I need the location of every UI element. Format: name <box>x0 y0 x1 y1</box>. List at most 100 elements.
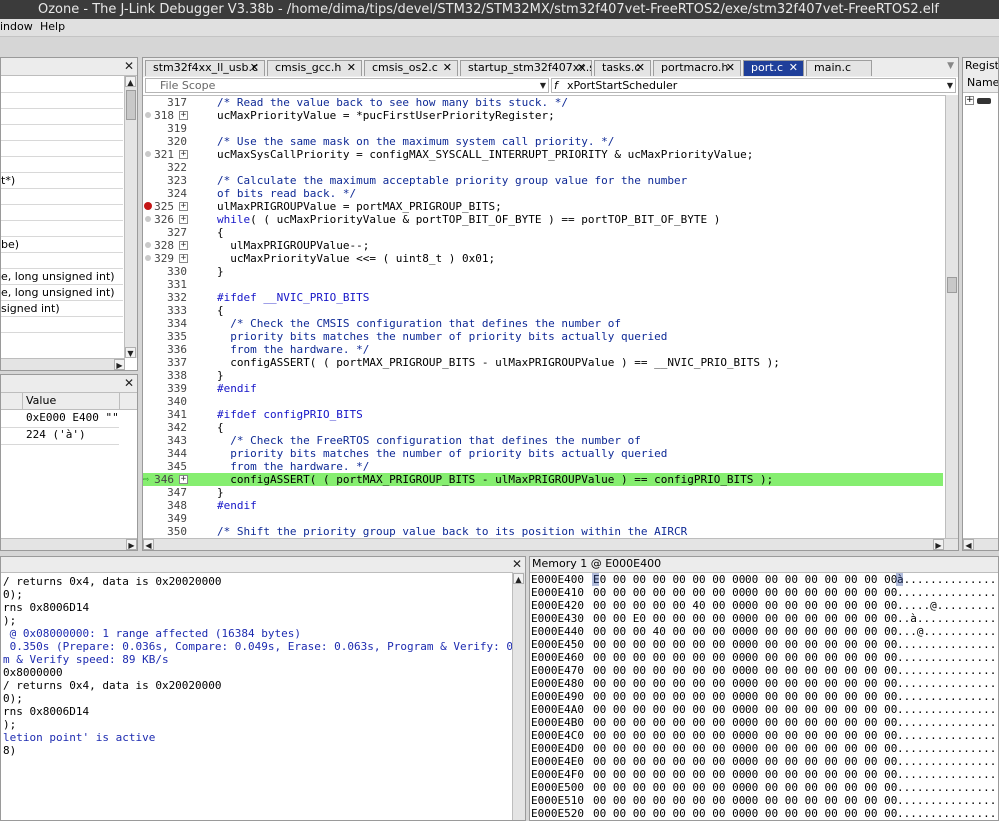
close-icon[interactable]: ✕ <box>636 61 645 75</box>
code-line[interactable]: 350 /* Shift the priority group value bac… <box>143 525 943 538</box>
left-top-hscroll[interactable]: ▶ <box>1 358 125 370</box>
tab-portmacro[interactable]: portmacro.h ✕ <box>653 60 741 76</box>
code-line[interactable]: 337 configASSERT( ( portMAX_PRIGROUP_BIT… <box>143 356 943 369</box>
value-column-header[interactable]: Value <box>26 394 56 407</box>
code-line[interactable]: 322 <box>143 161 943 174</box>
memory-row[interactable]: E000E430 00 00 E0 00 00 00 00 00 00 00 00 … <box>531 612 999 625</box>
console-vscroll[interactable]: ▲ <box>512 572 525 820</box>
close-icon[interactable]: ✕ <box>726 61 735 75</box>
code-line[interactable]: 343 /* Check the FreeRTOS configuration … <box>143 434 943 447</box>
list-item[interactable] <box>1 93 123 109</box>
scroll-thumb[interactable] <box>126 90 136 120</box>
code-line[interactable]: 333 { <box>143 304 943 317</box>
expand-disassembly-icon[interactable]: + <box>179 475 188 484</box>
tab-port-c[interactable]: port.c ✕ <box>743 60 804 76</box>
memory-row[interactable]: E000E4F0 00 00 00 00 00 00 00 00 00 00 00 … <box>531 768 999 781</box>
code-line[interactable]: 345 from the hardware. */ <box>143 460 943 473</box>
table-row[interactable]: 0xE000 E400 "" <box>1 410 119 428</box>
expand-disassembly-icon[interactable]: + <box>179 150 188 159</box>
memory-row[interactable]: E000E4E0 00 00 00 00 00 00 00 00 00 00 00 … <box>531 755 999 768</box>
scroll-right-arrow-icon[interactable]: ▶ <box>114 359 125 370</box>
close-icon[interactable]: ✕ <box>577 61 586 75</box>
list-item[interactable]: signed int) <box>1 301 123 317</box>
current-code-line[interactable]: ⇨ 346 + configASSERT( ( portMAX_PRIGROUP_B… <box>143 473 943 486</box>
close-icon[interactable]: ✕ <box>789 61 798 75</box>
scroll-right-arrow-icon[interactable]: ▶ <box>126 539 137 550</box>
code-line[interactable]: 341 #ifdef configPRIO_BITS <box>143 408 943 421</box>
tab-stm32f4xx-ll-usb[interactable]: stm32f4xx_ll_usb.c ✕ <box>145 60 265 76</box>
scroll-up-arrow-icon[interactable]: ▲ <box>513 573 524 584</box>
memory-row[interactable]: E000E500 00 00 00 00 00 00 00 00 00 00 00 … <box>531 781 999 794</box>
memory-row[interactable]: E000E510 00 00 00 00 00 00 00 00 00 00 00 … <box>531 794 999 807</box>
memory-row[interactable]: E000E440 00 00 00 40 00 00 00 00 00 00 00 … <box>531 625 999 638</box>
code-line[interactable]: 349 <box>143 512 943 525</box>
code-line[interactable]: 329 + ucMaxPriorityValue <<= ( uint8_t ) … <box>143 252 943 265</box>
code-line[interactable]: 328 + ulMaxPRIGROUPValue--; <box>143 239 943 252</box>
list-item[interactable]: e, long unsigned int) <box>1 269 123 285</box>
code-line[interactable]: 335 priority bits matches the number of … <box>143 330 943 343</box>
memory-row[interactable]: E000E4C0 00 00 00 00 00 00 00 00 00 00 00 … <box>531 729 999 742</box>
memory-row[interactable]: E000E490 00 00 00 00 00 00 00 00 00 00 00 … <box>531 690 999 703</box>
list-item[interactable] <box>1 189 123 205</box>
left-bottom-hscroll[interactable]: ▶ <box>1 538 137 550</box>
tab-cmsis-os2[interactable]: cmsis_os2.c ✕ <box>364 60 458 76</box>
code-line[interactable]: 324 of bits read back. */ <box>143 187 943 200</box>
memory-row[interactable]: E000E400 E0 00 00 00 00 00 00 00 00 00 00 … <box>531 573 999 586</box>
code-line[interactable]: 338} <box>143 369 943 382</box>
scroll-up-arrow-icon[interactable]: ▲ <box>125 76 136 87</box>
list-item[interactable] <box>1 157 123 173</box>
memory-row[interactable]: E000E470 00 00 00 00 00 00 00 00 00 00 00 … <box>531 664 999 677</box>
memory-row[interactable]: E000E4B0 00 00 00 00 00 00 00 00 00 00 00 … <box>531 716 999 729</box>
expand-disassembly-icon[interactable]: + <box>179 241 188 250</box>
code-line[interactable]: 342 { <box>143 421 943 434</box>
expand-icon[interactable]: + <box>965 96 974 105</box>
code-line[interactable]: 339 #endif <box>143 382 943 395</box>
memory-row[interactable]: E000E480 00 00 00 00 00 00 00 00 00 00 00 … <box>531 677 999 690</box>
editor-vscroll[interactable] <box>945 95 958 538</box>
list-item[interactable] <box>1 109 123 125</box>
code-line[interactable]: 326 + while( ( ucMaxPriorityValue & portTO… <box>143 213 943 226</box>
code-line[interactable]: 331 <box>143 278 943 291</box>
list-item[interactable] <box>1 221 123 237</box>
close-icon[interactable]: ✕ <box>512 557 522 571</box>
code-line[interactable]: 340 <box>143 395 943 408</box>
code-line[interactable]: 317 /* Read the value back to see how man… <box>143 96 943 109</box>
tab-cmsis-gcc[interactable]: cmsis_gcc.h ✕ <box>267 60 362 76</box>
menu-help[interactable]: Help <box>40 20 65 34</box>
code-line[interactable]: 332 #ifdef __NVIC_PRIO_BITS <box>143 291 943 304</box>
list-item[interactable]: be) <box>1 237 123 253</box>
scroll-left-arrow-icon[interactable]: ◀ <box>143 539 154 550</box>
code-line[interactable]: 327 { <box>143 226 943 239</box>
expand-disassembly-icon[interactable]: + <box>179 202 188 211</box>
memory-row[interactable]: E000E460 00 00 00 00 00 00 00 00 00 00 00 … <box>531 651 999 664</box>
scroll-right-arrow-icon[interactable]: ▶ <box>933 539 944 550</box>
left-top-vscroll[interactable]: ▲ ▼ <box>124 76 137 358</box>
table-row[interactable]: 224 ('à') <box>1 427 119 445</box>
close-icon[interactable]: ✕ <box>124 59 134 73</box>
function-scope-select[interactable]: f xPortStartScheduler ▼ <box>551 78 956 93</box>
scroll-left-arrow-icon[interactable]: ◀ <box>963 539 974 550</box>
code-line[interactable]: 323 /* Calculate the maximum acceptable p… <box>143 174 943 187</box>
code-line[interactable]: 344 priority bits matches the number of … <box>143 447 943 460</box>
code-line[interactable]: 330} <box>143 265 943 278</box>
tab-tasks[interactable]: tasks.c ✕ <box>594 60 651 76</box>
list-item[interactable] <box>1 205 123 221</box>
memory-row[interactable]: E000E4D0 00 00 00 00 00 00 00 00 00 00 00 … <box>531 742 999 755</box>
tab-list-dropdown-icon[interactable]: ▼ <box>947 61 954 71</box>
expand-disassembly-icon[interactable]: + <box>179 111 188 120</box>
close-icon[interactable]: ✕ <box>124 376 134 390</box>
tab-main-c[interactable]: main.c <box>806 60 872 76</box>
registers-hscroll[interactable]: ◀ <box>963 538 998 550</box>
menu-window[interactable]: indow <box>0 20 33 34</box>
code-line[interactable]: 318 + ucMaxPriorityValue = *pucFirstUserPr… <box>143 109 943 122</box>
memory-row[interactable]: E000E4A0 00 00 00 00 00 00 00 00 00 00 00 … <box>531 703 999 716</box>
close-icon[interactable]: ✕ <box>250 61 259 75</box>
list-item[interactable] <box>1 77 123 93</box>
scroll-down-arrow-icon[interactable]: ▼ <box>125 347 136 358</box>
close-icon[interactable]: ✕ <box>347 61 356 75</box>
memory-row[interactable]: E000E520 00 00 00 00 00 00 00 00 00 00 00 … <box>531 807 999 820</box>
list-item[interactable] <box>1 317 123 333</box>
list-item[interactable] <box>1 253 123 269</box>
tab-startup[interactable]: startup_stm32f407xx.s ✕ <box>460 60 592 76</box>
memory-row[interactable]: E000E420 00 00 00 00 00 40 00 00 00 00 00 … <box>531 599 999 612</box>
